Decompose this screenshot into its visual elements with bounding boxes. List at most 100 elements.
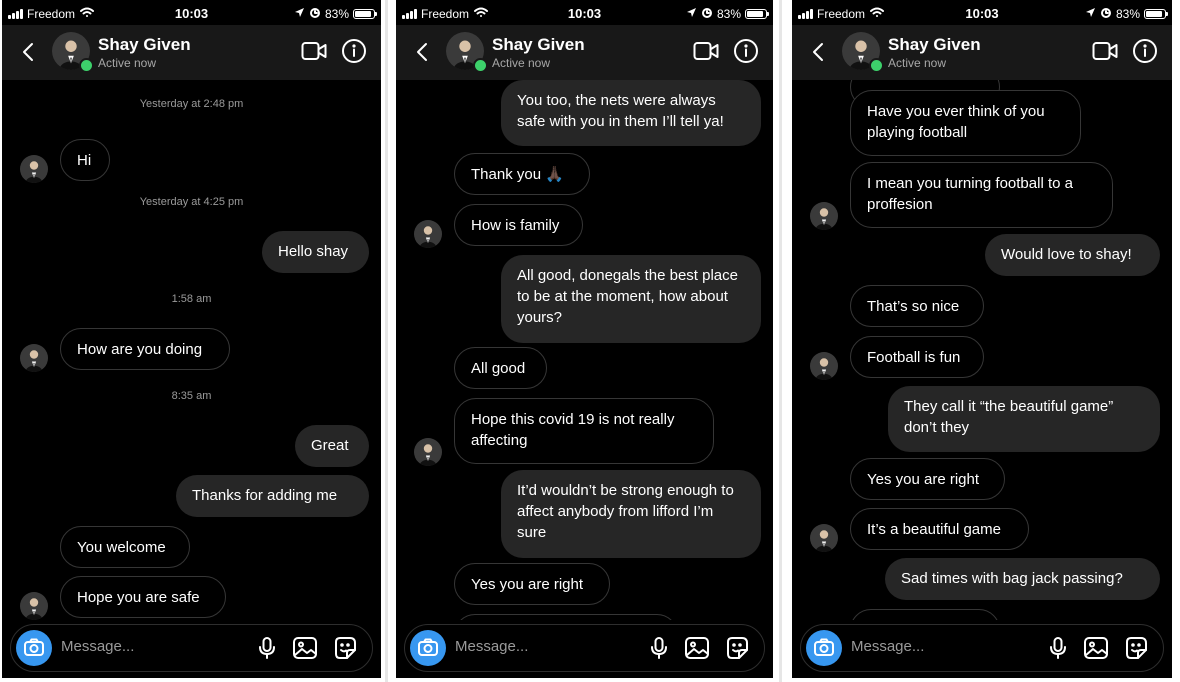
camera-button[interactable] — [16, 630, 52, 666]
online-indicator — [79, 58, 94, 73]
contact-name[interactable]: Shay Given — [98, 35, 191, 55]
sender-avatar[interactable] — [810, 352, 838, 380]
sticker-icon[interactable] — [1123, 635, 1149, 661]
online-indicator — [473, 58, 488, 73]
camera-button[interactable] — [806, 630, 842, 666]
message-input[interactable]: Message... — [455, 638, 528, 655]
chat-header: Shay Given Active now — [792, 25, 1172, 80]
sent-message[interactable]: All good, donegals the best place to be … — [501, 255, 761, 343]
video-call-button[interactable] — [1092, 40, 1118, 62]
sender-avatar[interactable] — [20, 155, 48, 183]
sticker-icon[interactable] — [724, 635, 750, 661]
battery-icon — [745, 8, 769, 19]
status-bar-right: 83% — [293, 6, 377, 21]
sent-message[interactable]: Hello shay — [262, 231, 369, 273]
sender-avatar[interactable] — [810, 202, 838, 230]
location-icon — [1084, 6, 1096, 21]
video-call-button[interactable] — [693, 40, 719, 62]
camera-button[interactable] — [410, 630, 446, 666]
status-bar-right: 83% — [1084, 6, 1168, 21]
received-message[interactable]: You welcome — [60, 526, 190, 568]
alarm-icon — [701, 6, 713, 21]
image-icon[interactable] — [292, 635, 318, 661]
location-icon — [685, 6, 697, 21]
chat-header: Shay Given Active now — [2, 25, 381, 80]
status-bar: Freedom 10:03 83% — [396, 0, 773, 25]
received-message[interactable]: Hi — [60, 139, 110, 181]
info-button[interactable] — [733, 38, 759, 64]
info-button[interactable] — [1132, 38, 1158, 64]
sticker-icon[interactable] — [332, 635, 358, 661]
received-message[interactable]: Hope this covid 19 is not really affecti… — [454, 398, 714, 464]
location-icon — [293, 6, 305, 21]
received-message[interactable]: Yes you are right — [454, 563, 610, 605]
status-bar: Freedom 10:03 83% — [2, 0, 381, 25]
timestamp: 8:35 am — [171, 390, 212, 402]
video-call-button[interactable] — [301, 40, 327, 62]
phone-screen-3: Freedom 10:03 83% Shay Given Active now Have … — [792, 0, 1172, 678]
received-message[interactable]: It’s a beautiful game — [850, 508, 1029, 550]
microphone-icon[interactable] — [254, 635, 280, 661]
phone-screen-1: Freedom 10:03 83% Shay Given Active now Yeste… — [2, 0, 381, 678]
sent-message[interactable]: Sad times with bag jack passing? — [885, 558, 1160, 600]
phone-screen-2: Freedom 10:03 83% Shay Given Active now You t… — [396, 0, 773, 678]
sender-avatar[interactable] — [414, 220, 442, 248]
status-bar: Freedom 10:03 83% — [792, 0, 1172, 25]
panel-divider — [779, 0, 782, 682]
timestamp: Yesterday at 2:48 pm — [139, 98, 244, 110]
sent-message[interactable]: They call it “the beautiful game” don’t … — [888, 386, 1160, 452]
received-message[interactable]: I mean you turning football to a proffes… — [850, 162, 1113, 228]
received-message[interactable]: How is family — [454, 204, 583, 246]
image-icon[interactable] — [684, 635, 710, 661]
back-button[interactable] — [806, 39, 832, 65]
sent-message[interactable]: You too, the nets were always safe with … — [501, 80, 761, 146]
sent-message[interactable]: Thanks for adding me — [176, 475, 369, 517]
panel-divider — [385, 0, 388, 682]
battery-percent: 83% — [1115, 6, 1140, 21]
message-input[interactable]: Message... — [851, 638, 924, 655]
partial-message-bubble — [454, 614, 678, 620]
message-thread: Yesterday at 2:48 pm Hi Yesterday at 4:25 … — [2, 80, 381, 620]
message-thread: You too, the nets were always safe with … — [396, 80, 773, 620]
timestamp: 1:58 am — [171, 293, 212, 305]
sent-message[interactable]: It’d wouldn’t be strong enough to affect… — [501, 470, 761, 558]
message-composer: Message... — [404, 624, 765, 672]
alarm-icon — [1100, 6, 1112, 21]
received-message[interactable]: How are you doing — [60, 328, 230, 370]
sent-message[interactable]: Great — [295, 425, 369, 467]
battery-icon — [1144, 8, 1168, 19]
chat-header: Shay Given Active now — [396, 25, 773, 80]
message-composer: Message... — [800, 624, 1164, 672]
sender-avatar[interactable] — [414, 438, 442, 466]
contact-name[interactable]: Shay Given — [888, 35, 981, 55]
info-button[interactable] — [341, 38, 367, 64]
sent-message[interactable]: Would love to shay! — [985, 234, 1160, 276]
contact-status: Active now — [98, 56, 157, 70]
battery-percent: 83% — [324, 6, 349, 21]
contact-status: Active now — [888, 56, 947, 70]
sender-avatar[interactable] — [20, 592, 48, 620]
received-message[interactable]: That’s so nice — [850, 285, 984, 327]
alarm-icon — [309, 6, 321, 21]
received-message[interactable]: Have you ever think of you playing footb… — [850, 90, 1081, 156]
message-input[interactable]: Message... — [61, 638, 134, 655]
partial-message-bubble — [850, 609, 1000, 620]
sender-avatar[interactable] — [810, 524, 838, 552]
received-message[interactable]: Thank you 🙏🏿 — [454, 153, 590, 195]
microphone-icon[interactable] — [646, 635, 672, 661]
back-button[interactable] — [16, 39, 42, 65]
microphone-icon[interactable] — [1045, 635, 1071, 661]
message-composer: Message... — [10, 624, 373, 672]
battery-icon — [353, 8, 377, 19]
received-message[interactable]: Yes you are right — [850, 458, 1005, 500]
sender-avatar[interactable] — [20, 344, 48, 372]
received-message[interactable]: Hope you are safe — [60, 576, 226, 618]
received-message[interactable]: All good — [454, 347, 547, 389]
timestamp: Yesterday at 4:25 pm — [139, 196, 244, 208]
image-icon[interactable] — [1083, 635, 1109, 661]
received-message[interactable]: Football is fun — [850, 336, 984, 378]
battery-percent: 83% — [716, 6, 741, 21]
back-button[interactable] — [410, 39, 436, 65]
online-indicator — [869, 58, 884, 73]
contact-name[interactable]: Shay Given — [492, 35, 585, 55]
